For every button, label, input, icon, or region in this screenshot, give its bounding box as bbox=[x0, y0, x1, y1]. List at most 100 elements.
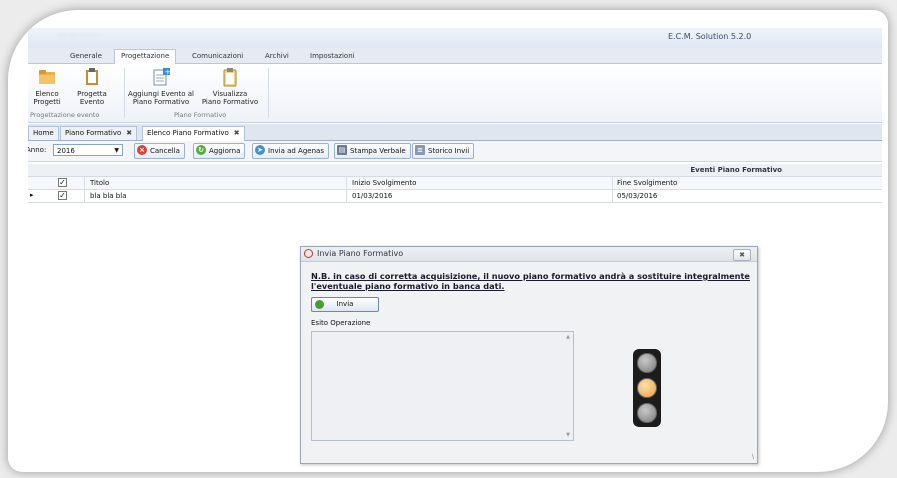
row-checkbox[interactable]: ✓ bbox=[58, 191, 67, 200]
title-bar: ···· ···· ········ · E.C.M. Solution 5.2… bbox=[28, 28, 882, 48]
list-icon: ≡ bbox=[415, 145, 425, 155]
blurred-title: ···· ···· ········ · bbox=[58, 32, 103, 40]
tab-progettazione[interactable]: Progettazione bbox=[114, 49, 177, 64]
aggiungi-label-1: Aggiungi Evento al bbox=[128, 90, 194, 98]
grid-header-row: ✓ Titolo Inizio Svolgimento Fine Svolgim… bbox=[28, 177, 882, 190]
elenco-progetti-button[interactable]: Elenco Progetti bbox=[30, 67, 64, 106]
invia-button[interactable]: Invia bbox=[311, 297, 379, 312]
column-separator bbox=[84, 177, 85, 189]
invia-label: Invia bbox=[336, 300, 354, 308]
storico-invii-button[interactable]: ≡ Storico Invii bbox=[412, 143, 475, 159]
doc-tab-piano-label: Piano Formativo bbox=[65, 129, 122, 137]
stampa-verbale-button[interactable]: ▤ Stampa Verbale bbox=[334, 143, 411, 159]
elenco-label-2: Progetti bbox=[33, 98, 61, 106]
column-separator bbox=[612, 177, 613, 189]
dialog-note: N.B. in caso di corretta acquisizione, i… bbox=[311, 271, 751, 291]
cell-inizio: 01/03/2016 bbox=[352, 192, 393, 200]
cell-titolo: bla bla bla bbox=[90, 192, 127, 200]
esito-label: Esito Operazione bbox=[311, 319, 371, 327]
progetta-label-2: Evento bbox=[79, 98, 105, 106]
stampa-verbale-label: Stampa Verbale bbox=[350, 147, 406, 155]
traffic-light-yellow bbox=[637, 378, 657, 398]
scroll-up-icon[interactable]: ▲ bbox=[566, 334, 570, 340]
screenshot-frame: ···· ···· ········ · E.C.M. Solution 5.2… bbox=[8, 10, 888, 472]
app-logo-icon bbox=[304, 249, 313, 258]
toolbar: Anno: 2016 ▼ × Cancella ↻ Aggiorna ➤ Invia a… bbox=[28, 141, 882, 162]
ribbon: Elenco Progetti Progetta Evento + Aggiun… bbox=[28, 64, 882, 123]
cancella-label: Cancella bbox=[150, 147, 180, 155]
folder-icon bbox=[37, 67, 57, 87]
column-header-inizio[interactable]: Inizio Svolgimento bbox=[352, 179, 416, 187]
invia-agenas-label: Invia ad Agenas bbox=[268, 147, 324, 155]
traffic-light-red bbox=[637, 353, 657, 373]
cancella-button[interactable]: × Cancella bbox=[134, 143, 185, 159]
chevron-down-icon: ▼ bbox=[114, 147, 119, 154]
doc-tab-piano[interactable]: Piano Formativo ✖ bbox=[60, 126, 138, 140]
tab-archivi[interactable]: Archivi bbox=[259, 50, 295, 63]
send-globe-icon bbox=[315, 300, 324, 309]
doc-tab-home[interactable]: Home bbox=[28, 126, 59, 140]
column-header-titolo[interactable]: Titolo bbox=[90, 179, 109, 187]
dialog-title: Invia Piano Formativo bbox=[317, 249, 404, 258]
app-window: ···· ···· ········ · E.C.M. Solution 5.2… bbox=[28, 28, 882, 468]
doc-tab-elenco-label: Elenco Piano Formativo bbox=[147, 129, 229, 137]
progetta-evento-button[interactable]: Progetta Evento bbox=[72, 67, 112, 106]
refresh-icon: ↻ bbox=[196, 145, 206, 155]
clipboard-project-icon bbox=[82, 67, 102, 87]
header-checkbox[interactable]: ✓ bbox=[58, 178, 67, 187]
svg-text:+: + bbox=[165, 68, 172, 77]
app-title: E.C.M. Solution 5.2.0 bbox=[668, 32, 752, 41]
column-header-fine[interactable]: Fine Svolgimento bbox=[617, 179, 677, 187]
elenco-label-1: Elenco bbox=[35, 90, 59, 98]
table-row[interactable]: ▸ ✓ bla bla bla 01/03/2016 05/03/2016 bbox=[28, 190, 882, 203]
column-separator bbox=[612, 190, 613, 202]
aggiungi-label-2: Piano Formativo bbox=[132, 98, 190, 106]
cancel-icon: × bbox=[137, 145, 147, 155]
invia-piano-dialog: Invia Piano Formativo ✖ N.B. in caso di … bbox=[300, 246, 758, 464]
tab-generale[interactable]: Generale bbox=[64, 50, 108, 63]
column-separator bbox=[84, 190, 85, 202]
ribbon-tabs: Generale Progettazione Comunicazioni Arc… bbox=[28, 48, 882, 64]
aggiorna-button[interactable]: ↻ Aggiorna bbox=[193, 143, 246, 159]
traffic-light-green bbox=[637, 403, 657, 423]
group-separator bbox=[268, 68, 269, 118]
visualizza-label-1: Visualizza bbox=[212, 90, 248, 98]
group-separator bbox=[124, 68, 125, 118]
row-indicator-icon: ▸ bbox=[30, 191, 34, 199]
close-icon[interactable]: ✖ bbox=[126, 129, 132, 137]
esito-textarea[interactable]: ▲ ▼ bbox=[311, 331, 574, 441]
grid-group-header: Eventi Piano Formativo bbox=[28, 164, 882, 177]
column-separator bbox=[346, 177, 347, 189]
visualizza-label-2: Piano Formativo bbox=[201, 98, 259, 106]
group-label-progettazione: Progettazione evento bbox=[30, 111, 100, 119]
anno-label: Anno: bbox=[28, 146, 47, 154]
anno-select[interactable]: 2016 ▼ bbox=[53, 144, 123, 156]
grid-title: Eventi Piano Formativo bbox=[690, 166, 782, 174]
progetta-label-1: Progetta bbox=[77, 90, 107, 98]
document-tabs: Home Piano Formativo ✖ Elenco Piano Forma… bbox=[28, 124, 882, 141]
doc-tab-elenco[interactable]: Elenco Piano Formativo ✖ bbox=[142, 126, 245, 141]
dialog-title-bar[interactable]: Invia Piano Formativo ✖ bbox=[301, 247, 757, 262]
printer-icon: ▤ bbox=[337, 145, 347, 155]
clipboard-icon bbox=[220, 67, 240, 87]
cell-fine: 05/03/2016 bbox=[617, 192, 658, 200]
aggiungi-evento-button[interactable]: + Aggiungi Evento al Piano Formativo bbox=[126, 67, 196, 107]
anno-value: 2016 bbox=[57, 147, 75, 155]
resize-grip-icon[interactable]: ∖ bbox=[751, 453, 755, 461]
invia-agenas-button[interactable]: ➤ Invia ad Agenas bbox=[252, 143, 329, 159]
storico-invii-label: Storico Invii bbox=[428, 147, 470, 155]
note-line-2: l'eventuale piano formativo in banca dat… bbox=[311, 281, 505, 291]
close-icon[interactable]: ✖ bbox=[234, 129, 240, 137]
note-line-1: N.B. in caso di corretta acquisizione, i… bbox=[311, 271, 750, 281]
column-separator bbox=[346, 190, 347, 202]
visualizza-piano-button[interactable]: Visualizza Piano Formativo bbox=[198, 67, 262, 106]
scroll-down-icon[interactable]: ▼ bbox=[566, 432, 570, 438]
tab-comunicazioni[interactable]: Comunicazioni bbox=[186, 50, 249, 63]
tab-impostazioni[interactable]: Impostazioni bbox=[304, 50, 361, 63]
aggiorna-label: Aggiorna bbox=[209, 147, 241, 155]
group-label-piano: Piano Formativo bbox=[174, 111, 227, 119]
dialog-close-button[interactable]: ✖ bbox=[733, 249, 751, 261]
traffic-light bbox=[633, 349, 661, 427]
doc-tab-home-label: Home bbox=[33, 129, 54, 137]
send-globe-icon: ➤ bbox=[255, 145, 265, 155]
